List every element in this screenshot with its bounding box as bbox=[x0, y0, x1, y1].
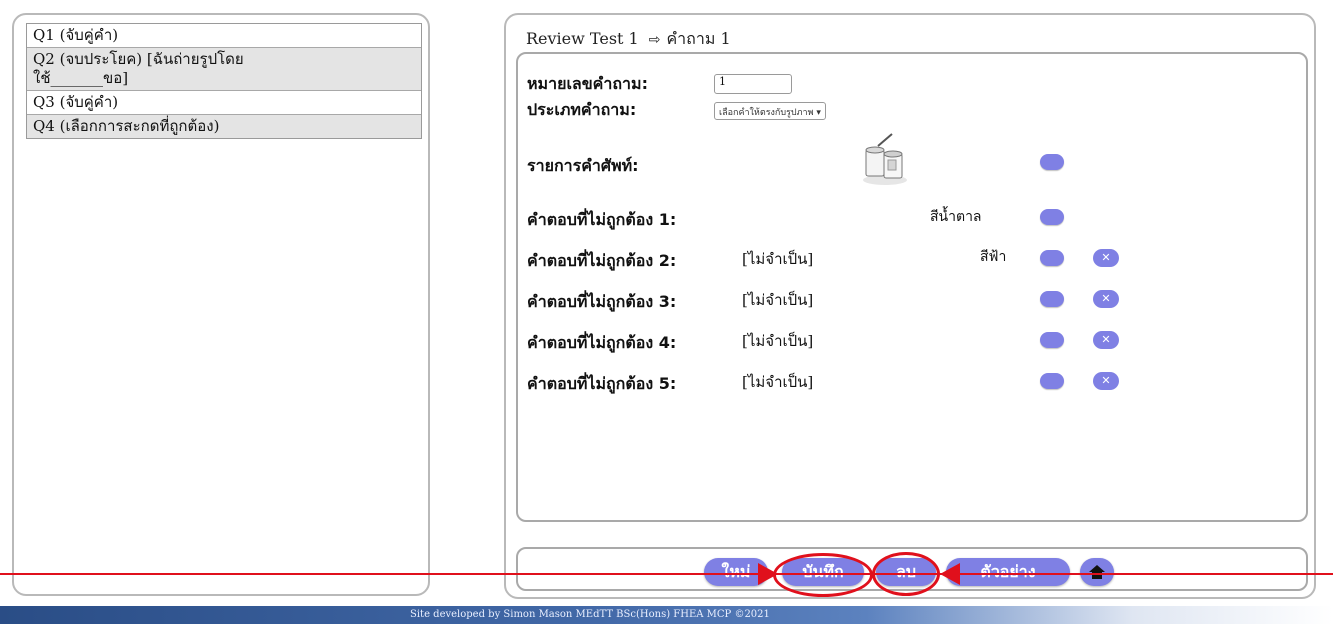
vocab-label: รายการคำศัพท์: bbox=[527, 156, 639, 175]
wrong-answer-5-label: คำตอบที่ไม่ถูกต้อง 5: bbox=[527, 374, 677, 393]
home-button[interactable] bbox=[1080, 558, 1114, 586]
question-type-select[interactable]: เลือกคำให้ตรงกับรูปภาพ ▾ bbox=[714, 102, 826, 120]
wrong-answer-5-optional: [ไม่จำเป็น] bbox=[742, 373, 814, 391]
question-item-q1[interactable]: Q1 (จับคู่คำ) bbox=[27, 24, 421, 48]
question-list-panel: Q1 (จับคู่คำ) Q2 (จบประโยค) [ฉันถ่ายรูปโ… bbox=[12, 13, 430, 596]
wrong-answer-2-picker-button[interactable] bbox=[1040, 250, 1064, 266]
annotation-ring-delete bbox=[872, 552, 940, 596]
question-label: คำถาม 1 bbox=[666, 29, 731, 48]
question-item-q4[interactable]: Q4 (เลือกการสะกดที่ถูกต้อง) bbox=[27, 115, 421, 138]
wrong-answer-3-label: คำตอบที่ไม่ถูกต้อง 3: bbox=[527, 292, 677, 311]
test-name: Review Test 1 bbox=[526, 29, 639, 48]
wrong-answer-4-optional: [ไม่จำเป็น] bbox=[742, 332, 814, 350]
site-footer: Site developed by Simon Mason MEdTT BSc(… bbox=[0, 606, 1333, 624]
wrong-answer-3-optional: [ไม่จำเป็น] bbox=[742, 291, 814, 309]
wrong-answer-1-label: คำตอบที่ไม่ถูกต้อง 1: bbox=[527, 210, 677, 229]
question-item-q3[interactable]: Q3 (จับคู่คำ) bbox=[27, 91, 421, 115]
annotation-line bbox=[0, 573, 1333, 575]
home-icon bbox=[1089, 565, 1105, 579]
annotation-arrow-left bbox=[940, 563, 960, 585]
wrong-answer-1-picker-button[interactable] bbox=[1040, 209, 1064, 225]
footer-credit: Site developed by Simon Mason MEdTT BSc(… bbox=[410, 609, 770, 620]
question-number-label: หมายเลขคำถาม: bbox=[527, 74, 648, 93]
wrong-answer-4-picker-button[interactable] bbox=[1040, 332, 1064, 348]
wrong-answer-2-remove-button[interactable]: ✕ bbox=[1093, 249, 1119, 267]
annotation-ring-save bbox=[773, 553, 873, 597]
question-list: Q1 (จับคู่คำ) Q2 (จบประโยค) [ฉันถ่ายรูปโ… bbox=[26, 23, 422, 139]
wrong-answer-4-label: คำตอบที่ไม่ถูกต้อง 4: bbox=[527, 333, 677, 352]
wrong-answer-2-optional: [ไม่จำเป็น] bbox=[742, 250, 814, 268]
example-button[interactable]: ตัวอย่าง bbox=[946, 558, 1070, 586]
question-form: หมายเลขคำถาม: 1 ประเภทคำถาม: เลือกคำให้ต… bbox=[516, 52, 1308, 522]
editor-header: Review Test 1 ⇨ คำถาม 1 bbox=[526, 27, 731, 52]
wrong-answer-4-remove-button[interactable]: ✕ bbox=[1093, 331, 1119, 349]
wrong-answer-3-remove-button[interactable]: ✕ bbox=[1093, 290, 1119, 308]
wrong-answer-3-picker-button[interactable] bbox=[1040, 291, 1064, 307]
question-editor-panel: Review Test 1 ⇨ คำถาม 1 หมายเลขคำถาม: 1 ปร… bbox=[504, 13, 1316, 599]
wrong-answer-2-value: สีฟ้า bbox=[980, 249, 1007, 265]
wrong-answer-1-value: สีน้ำตาล bbox=[930, 209, 982, 225]
vocab-picker-button[interactable] bbox=[1040, 154, 1064, 170]
paint-bucket-image bbox=[863, 133, 907, 185]
wrong-answer-5-picker-button[interactable] bbox=[1040, 373, 1064, 389]
arrow-icon: ⇨ bbox=[648, 32, 661, 48]
question-item-q2[interactable]: Q2 (จบประโยค) [ฉันถ่ายรูปโดย ใช้_______ข… bbox=[27, 48, 421, 91]
question-number-input[interactable]: 1 bbox=[714, 74, 792, 94]
question-type-value: เลือกคำให้ตรงกับรูปภาพ bbox=[719, 108, 814, 118]
wrong-answer-5-remove-button[interactable]: ✕ bbox=[1093, 372, 1119, 390]
wrong-answer-2-label: คำตอบที่ไม่ถูกต้อง 2: bbox=[527, 251, 677, 270]
question-type-label: ประเภทคำถาม: bbox=[527, 100, 637, 119]
annotation-arrow-right bbox=[758, 563, 778, 585]
